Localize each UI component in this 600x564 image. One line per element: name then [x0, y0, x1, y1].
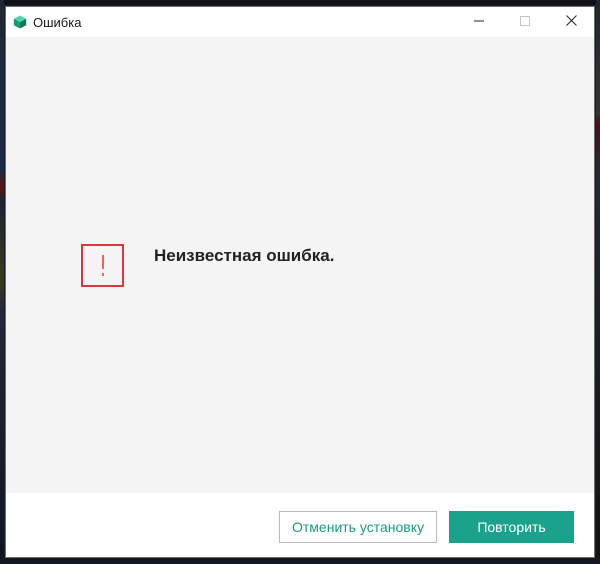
close-icon — [565, 13, 577, 31]
close-button[interactable] — [548, 7, 594, 37]
minimize-icon — [474, 13, 484, 31]
error-dialog: Ошибка Неизвестная ошибка. Отменить уста… — [5, 6, 595, 558]
desktop-background-left — [0, 0, 4, 564]
exclamation-icon — [81, 244, 124, 287]
dialog-footer: Отменить установку Повторить — [6, 493, 594, 557]
desktop-background — [0, 0, 600, 5]
window-title: Ошибка — [33, 14, 82, 30]
window-controls — [456, 7, 594, 37]
maximize-icon — [520, 13, 530, 31]
kaspersky-cube-icon — [13, 15, 27, 29]
title-bar[interactable]: Ошибка — [6, 7, 594, 37]
dialog-content: Неизвестная ошибка. — [6, 37, 594, 493]
desktop-background-right — [596, 0, 600, 564]
minimize-button[interactable] — [456, 7, 502, 37]
error-message: Неизвестная ошибка. — [154, 246, 335, 265]
desktop-background-bottom — [0, 558, 600, 564]
maximize-button[interactable] — [502, 7, 548, 37]
cancel-install-button[interactable]: Отменить установку — [279, 511, 437, 543]
retry-button[interactable]: Повторить — [449, 511, 574, 543]
